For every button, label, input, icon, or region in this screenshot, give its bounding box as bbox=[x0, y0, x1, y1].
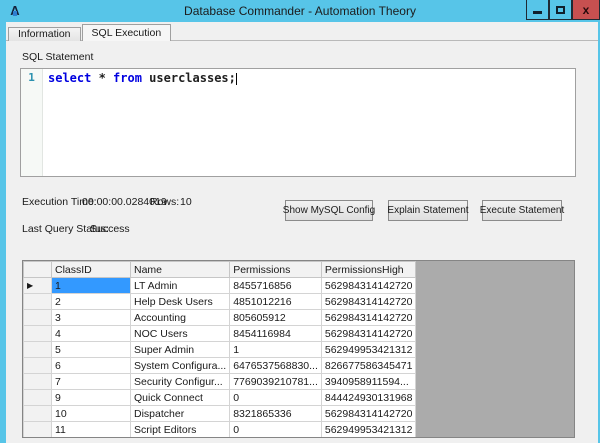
minimize-button[interactable] bbox=[526, 0, 549, 20]
cell-classid[interactable]: 7 bbox=[52, 374, 131, 390]
window-title: Database Commander - Automation Theory bbox=[0, 0, 600, 22]
sql-code[interactable]: select * from userclasses; bbox=[43, 69, 242, 176]
cell-name[interactable]: Accounting bbox=[131, 310, 230, 326]
cell-classid[interactable]: 3 bbox=[52, 310, 131, 326]
tab-information[interactable]: Information bbox=[8, 27, 81, 41]
results-table: ClassIDNamePermissionsPermissionsHigh ▶1… bbox=[23, 261, 416, 438]
cell-permissions[interactable]: 0 bbox=[230, 422, 322, 438]
sql-token-plain: * bbox=[91, 71, 113, 85]
execute-statement-button[interactable]: Execute Statement bbox=[482, 200, 562, 221]
cell-name[interactable]: Security Configur... bbox=[131, 374, 230, 390]
tab-sql-execution[interactable]: SQL Execution bbox=[82, 24, 172, 41]
cell-name[interactable]: Quick Connect bbox=[131, 390, 230, 406]
cell-permissionshigh[interactable]: 562949953421312 bbox=[321, 422, 416, 438]
tab-strip: Information SQL Execution bbox=[8, 24, 172, 41]
cell-classid[interactable]: 2 bbox=[52, 294, 131, 310]
cell-permissionshigh[interactable]: 562949953421312 bbox=[321, 342, 416, 358]
maximize-button[interactable] bbox=[549, 0, 572, 20]
cell-permissions[interactable]: 8454116984 bbox=[230, 326, 322, 342]
sql-token-plain: userclasses; bbox=[142, 71, 236, 85]
cell-permissionshigh[interactable]: 562984314142720 bbox=[321, 278, 416, 294]
minimize-icon bbox=[533, 11, 542, 14]
close-button[interactable]: x bbox=[572, 0, 600, 20]
cell-permissions[interactable]: 7769039210781... bbox=[230, 374, 322, 390]
title-bar[interactable]: A Database Commander - Automation Theory… bbox=[0, 0, 600, 22]
row-selector[interactable] bbox=[24, 358, 52, 374]
line-number: 1 bbox=[28, 71, 35, 84]
cell-name[interactable]: Help Desk Users bbox=[131, 294, 230, 310]
cell-permissions[interactable]: 8455716856 bbox=[230, 278, 322, 294]
table-row[interactable]: 4NOC Users8454116984562984314142720 bbox=[24, 326, 416, 342]
row-selector[interactable] bbox=[24, 294, 52, 310]
explain-statement-button[interactable]: Explain Statement bbox=[388, 200, 468, 221]
rows-label: Rows: bbox=[150, 196, 179, 208]
cell-classid[interactable]: 6 bbox=[52, 358, 131, 374]
cell-classid[interactable]: 10 bbox=[52, 406, 131, 422]
table-row[interactable]: 3Accounting805605912562984314142720 bbox=[24, 310, 416, 326]
cell-permissionshigh[interactable]: 3940958911594... bbox=[321, 374, 416, 390]
row-selector[interactable] bbox=[24, 342, 52, 358]
grid-header-row: ClassIDNamePermissionsPermissionsHigh bbox=[24, 262, 416, 278]
row-selector[interactable] bbox=[24, 406, 52, 422]
row-selector[interactable] bbox=[24, 390, 52, 406]
cell-classid[interactable]: 11 bbox=[52, 422, 131, 438]
maximize-icon bbox=[556, 6, 565, 14]
cell-name[interactable]: Dispatcher bbox=[131, 406, 230, 422]
sql-statement-label: SQL Statement bbox=[22, 51, 93, 63]
row-selector[interactable] bbox=[24, 310, 52, 326]
cell-permissions[interactable]: 0 bbox=[230, 390, 322, 406]
cell-name[interactable]: Script Editors bbox=[131, 422, 230, 438]
row-selector-header[interactable] bbox=[24, 262, 52, 278]
results-grid[interactable]: ClassIDNamePermissionsPermissionsHigh ▶1… bbox=[22, 260, 575, 438]
row-selector[interactable] bbox=[24, 422, 52, 438]
table-row[interactable]: 5Super Admin1562949953421312 bbox=[24, 342, 416, 358]
table-row[interactable]: 2Help Desk Users485101221656298431414272… bbox=[24, 294, 416, 310]
last-query-status-value: Success bbox=[90, 223, 130, 235]
row-selector[interactable] bbox=[24, 374, 52, 390]
column-header-name[interactable]: Name bbox=[131, 262, 230, 278]
app-window: A Database Commander - Automation Theory… bbox=[0, 0, 600, 443]
line-number-gutter: 1 bbox=[21, 69, 43, 176]
close-icon: x bbox=[583, 4, 590, 16]
table-row[interactable]: 6System Configura...6476537568830...8266… bbox=[24, 358, 416, 374]
text-caret bbox=[236, 73, 237, 85]
sql-editor[interactable]: 1 select * from userclasses; bbox=[20, 68, 576, 177]
column-header-permissions[interactable]: Permissions bbox=[230, 262, 322, 278]
cell-name[interactable]: System Configura... bbox=[131, 358, 230, 374]
cell-classid[interactable]: 4 bbox=[52, 326, 131, 342]
table-row[interactable]: 9Quick Connect0844424930131968 bbox=[24, 390, 416, 406]
table-row[interactable]: 7Security Configur...7769039210781...394… bbox=[24, 374, 416, 390]
sql-token-keyword: select bbox=[48, 71, 91, 85]
cell-permissions[interactable]: 8321865336 bbox=[230, 406, 322, 422]
cell-permissions[interactable]: 4851012216 bbox=[230, 294, 322, 310]
column-header-classid[interactable]: ClassID bbox=[52, 262, 131, 278]
window-border-left bbox=[0, 22, 6, 443]
cell-permissions[interactable]: 805605912 bbox=[230, 310, 322, 326]
cell-name[interactable]: LT Admin bbox=[131, 278, 230, 294]
window-controls: x bbox=[526, 0, 600, 20]
cell-permissions[interactable]: 6476537568830... bbox=[230, 358, 322, 374]
cell-permissionshigh[interactable]: 844424930131968 bbox=[321, 390, 416, 406]
cell-permissionshigh[interactable]: 562984314142720 bbox=[321, 294, 416, 310]
table-row[interactable]: 10Dispatcher8321865336562984314142720 bbox=[24, 406, 416, 422]
cell-classid[interactable]: 1 bbox=[52, 278, 131, 294]
table-row[interactable]: 11Script Editors0562949953421312 bbox=[24, 422, 416, 438]
cell-permissionshigh[interactable]: 562984314142720 bbox=[321, 326, 416, 342]
cell-permissionshigh[interactable]: 826677586345471 bbox=[321, 358, 416, 374]
cell-permissions[interactable]: 1 bbox=[230, 342, 322, 358]
column-header-permissionshigh[interactable]: PermissionsHigh bbox=[321, 262, 416, 278]
row-selector[interactable]: ▶ bbox=[24, 278, 52, 294]
sql-token-keyword: from bbox=[113, 71, 142, 85]
row-selector[interactable] bbox=[24, 326, 52, 342]
cell-classid[interactable]: 5 bbox=[52, 342, 131, 358]
table-row[interactable]: ▶1LT Admin8455716856562984314142720 bbox=[24, 278, 416, 294]
cell-permissionshigh[interactable]: 562984314142720 bbox=[321, 310, 416, 326]
cell-name[interactable]: Super Admin bbox=[131, 342, 230, 358]
cell-name[interactable]: NOC Users bbox=[131, 326, 230, 342]
cell-permissionshigh[interactable]: 562984314142720 bbox=[321, 406, 416, 422]
show-mysql-config-button[interactable]: Show MySQL Config bbox=[285, 200, 373, 221]
rows-value: 10 bbox=[180, 196, 192, 208]
cell-classid[interactable]: 9 bbox=[52, 390, 131, 406]
